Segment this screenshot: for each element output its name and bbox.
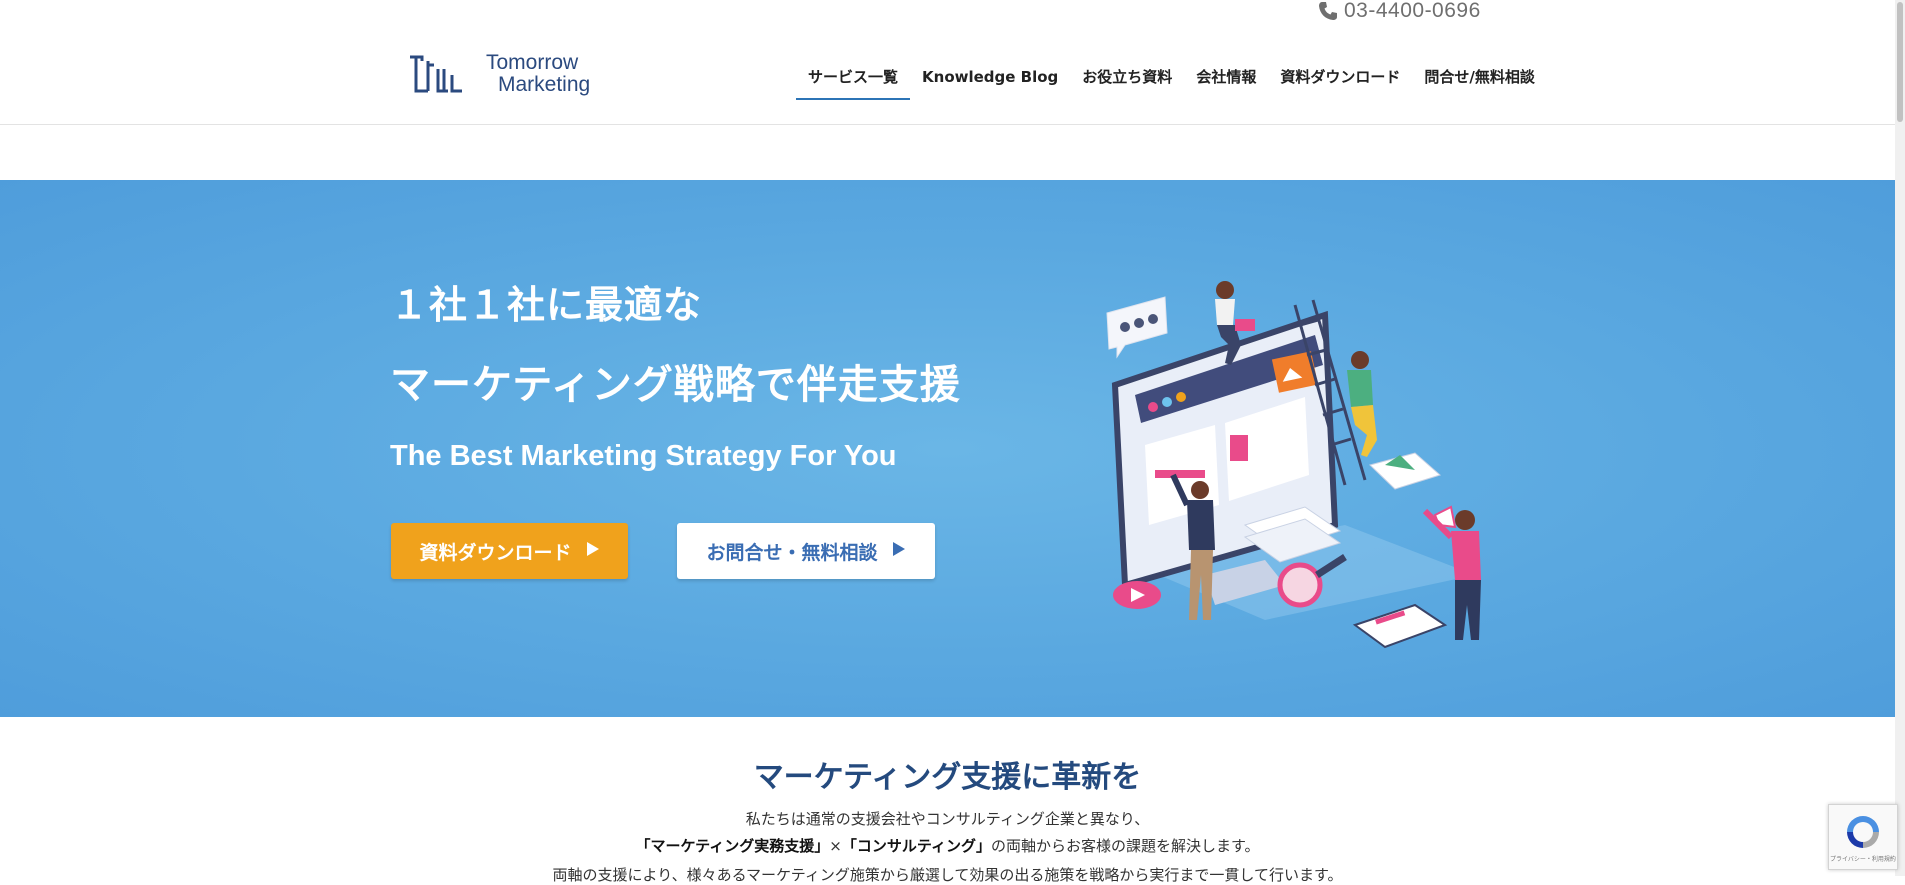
contact-button[interactable]: お問合せ・無料相談 [677, 523, 935, 579]
main-nav: サービス一覧 Knowledge Blog お役立ち資料 会社情報 資料ダウンロ… [796, 66, 1547, 100]
nav-item-services[interactable]: サービス一覧 [796, 66, 911, 100]
person-on-ladder [1347, 351, 1377, 457]
chat-bubble-icon [1106, 296, 1168, 359]
recaptcha-text: プライバシー・利用規約 [1830, 855, 1896, 863]
download-button[interactable]: 資料ダウンロード [391, 523, 628, 579]
intro-bold-2: 「コンサルティング」 [841, 837, 991, 855]
nav-item-company[interactable]: 会社情報 [1184, 66, 1268, 100]
contact-button-label: お問合せ・無料相談 [706, 541, 878, 564]
intro-p2-rest: の両軸からお客様の課題を解決します。 [990, 837, 1260, 855]
logo-line2: Marketing [498, 73, 591, 96]
hero-headline-line2: マーケティング戦略で伴走支援 [390, 362, 961, 408]
hero-subtitle: The Best Marketing Strategy For You [390, 440, 897, 472]
recaptcha-badge[interactable]: プライバシー・利用規約 [1828, 804, 1898, 870]
play-arrow-icon [586, 540, 600, 562]
hero-headline-line1: １社１社に最適な [390, 283, 703, 327]
page-scrollbar[interactable] [1895, 0, 1905, 876]
site-logo[interactable]: Tomorrow Marketing [408, 52, 590, 96]
hero-section: １社１社に最適な マーケティング戦略で伴走支援 The Best Marketi… [0, 180, 1895, 717]
nav-item-contact[interactable]: 問合せ/無料相談 [1412, 66, 1546, 100]
intro-bold-1: 「マーケティング実務支援」 [635, 837, 830, 855]
logo-text: Tomorrow Marketing [478, 52, 590, 96]
intro-title: マーケティング支援に革新を [753, 760, 1142, 795]
recaptcha-icon [1847, 815, 1879, 848]
site-header: Tomorrow Marketing サービス一覧 Knowledge Blog… [0, 22, 1895, 125]
download-button-label: 資料ダウンロード [419, 541, 572, 564]
scrollbar-thumb[interactable] [1897, 2, 1903, 122]
phone-icon [1318, 1, 1338, 21]
header-phone[interactable]: 03-4400-0696 [1318, 0, 1481, 22]
intro-paragraph-1: 私たちは通常の支援会社やコンサルティング企業と異なり、 [745, 810, 1150, 828]
play-arrow-icon [892, 540, 906, 562]
logo-mark-icon [410, 55, 462, 93]
nav-item-blog[interactable]: Knowledge Blog [910, 66, 1070, 100]
intro-paragraph-3: 両軸の支援により、様々あるマーケティング施策から厳選して効果の出る施策を戦略から… [552, 866, 1343, 884]
intro-times: × [829, 837, 842, 855]
phone-number: 03-4400-0696 [1344, 0, 1481, 22]
nav-item-download[interactable]: 資料ダウンロード [1268, 66, 1412, 100]
nav-item-resources[interactable]: お役立ち資料 [1070, 66, 1184, 100]
logo-line1: Tomorrow [486, 51, 579, 74]
intro-paragraph-2: 「マーケティング実務支援」×「コンサルティング」の両軸からお客様の課題を解決しま… [0, 835, 1895, 856]
hero-illustration [1106, 281, 1481, 649]
